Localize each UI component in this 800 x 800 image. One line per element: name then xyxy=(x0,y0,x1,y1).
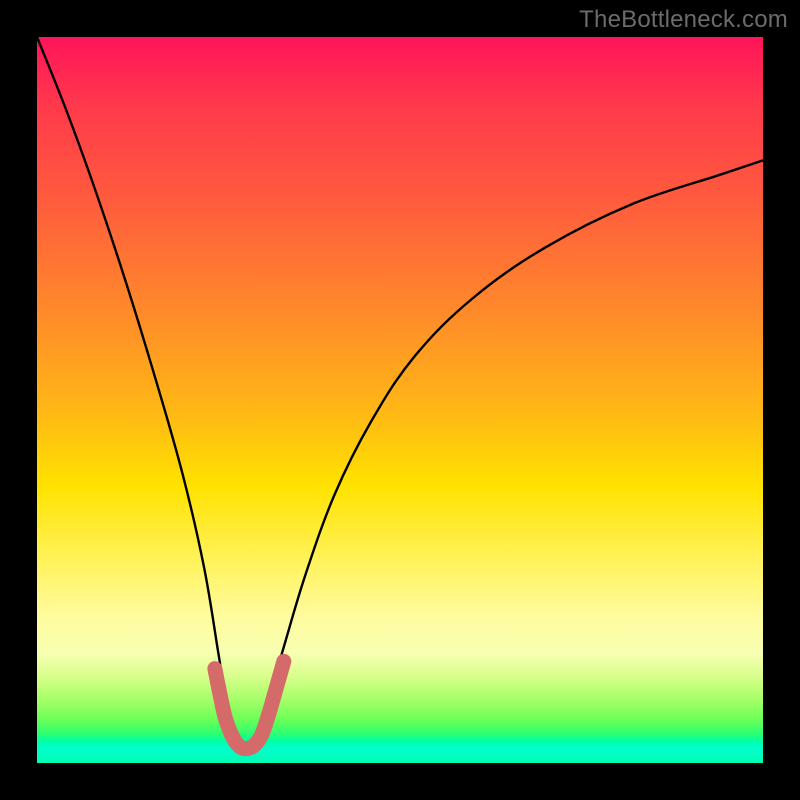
plot-area xyxy=(37,37,763,763)
chart-frame: TheBottleneck.com xyxy=(0,0,800,800)
watermark-text: TheBottleneck.com xyxy=(579,6,788,34)
curve-svg xyxy=(37,37,763,763)
optimal-range-markers xyxy=(215,661,284,748)
bottleneck-curve xyxy=(37,37,763,748)
